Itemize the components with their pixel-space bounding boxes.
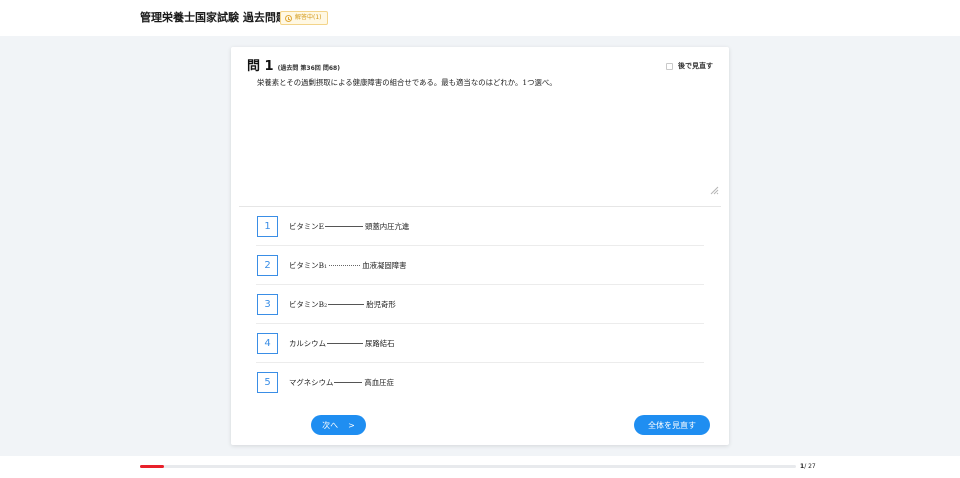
question-source: (過去問 第36回 問68) [277, 65, 340, 72]
option-number[interactable]: 4 [257, 333, 278, 354]
option-nutrient: カルシウム [289, 339, 326, 348]
answer-option-1[interactable]: 1 ビタミンE 頭蓋内圧亢進 [256, 207, 704, 246]
option-number[interactable]: 3 [257, 294, 278, 315]
progress-total: / 27 [804, 463, 816, 470]
option-number[interactable]: 1 [257, 216, 278, 237]
progress-footer: 1/ 27 [0, 456, 960, 478]
option-number[interactable]: 2 [257, 255, 278, 276]
review-all-button[interactable]: 全体を見直す [634, 415, 710, 435]
option-number[interactable]: 5 [257, 372, 278, 393]
leader-line [328, 304, 365, 305]
page-title: 管理栄養士国家試験 過去問題 [140, 11, 287, 24]
answer-option-5[interactable]: 5 マグネシウム 高血圧症 [256, 363, 704, 402]
progress-bar [140, 465, 796, 468]
clock-icon [285, 14, 292, 22]
leader-line [326, 343, 363, 344]
option-text: マグネシウム 高血圧症 [289, 377, 394, 388]
progress-count: 1/ 27 [800, 463, 816, 470]
next-button[interactable]: 次へ > [311, 415, 366, 435]
answer-option-4[interactable]: 4 カルシウム 尿路結石 [256, 324, 704, 363]
answer-option-3[interactable]: 3 ビタミンB 2 胎児奇形 [256, 285, 704, 324]
option-nutrient: ビタミンB [289, 300, 324, 309]
status-badge-label: 解答中(1) [295, 14, 322, 21]
review-later-label: 後で見直す [678, 62, 713, 70]
leader-line [324, 226, 363, 227]
option-text: ビタミンE 頭蓋内圧亢進 [289, 221, 409, 232]
option-text: ビタミンB 1 血液凝固障害 [289, 261, 407, 270]
option-effect: 頭蓋内圧亢進 [364, 222, 410, 231]
question-text: 栄養素とその過剰摂取による健康障害の組合せである。最も適当なのはどれか。1つ選べ… [257, 78, 557, 87]
option-effect: 血液凝固障害 [362, 261, 407, 270]
chevron-right-icon: > [348, 420, 355, 430]
option-text: カルシウム 尿路結石 [289, 338, 395, 349]
option-text: ビタミンB 2 胎児奇形 [289, 300, 396, 309]
option-effect: 高血圧症 [364, 378, 394, 387]
answer-option-2[interactable]: 2 ビタミンB 1 血液凝固障害 [256, 246, 704, 285]
resize-handle-icon[interactable] [710, 186, 719, 195]
status-badge: 解答中(1) [280, 11, 328, 25]
leader-line [334, 382, 363, 383]
question-number: 問 1 [247, 59, 274, 74]
option-nutrient: マグネシウム [289, 378, 334, 387]
option-effect: 胎児奇形 [366, 300, 396, 309]
leader-line [329, 265, 361, 266]
top-header: 管理栄養士国家試験 過去問題 解答中(1) [0, 0, 960, 36]
progress-fill [140, 465, 165, 468]
option-nutrient: ビタミンB [289, 261, 324, 270]
question-card: 問 1 (過去問 第36回 問68) 後で見直す 栄養素とその過剰摂取による健康… [231, 47, 729, 445]
next-button-label: 次へ [322, 420, 339, 430]
option-nutrient: ビタミンE [289, 222, 324, 231]
question-header: 問 1 (過去問 第36回 問68) [247, 55, 340, 74]
review-later-toggle[interactable]: 後で見直す [666, 61, 713, 71]
review-later-checkbox[interactable] [666, 62, 673, 70]
option-effect: 尿路結石 [364, 339, 395, 348]
